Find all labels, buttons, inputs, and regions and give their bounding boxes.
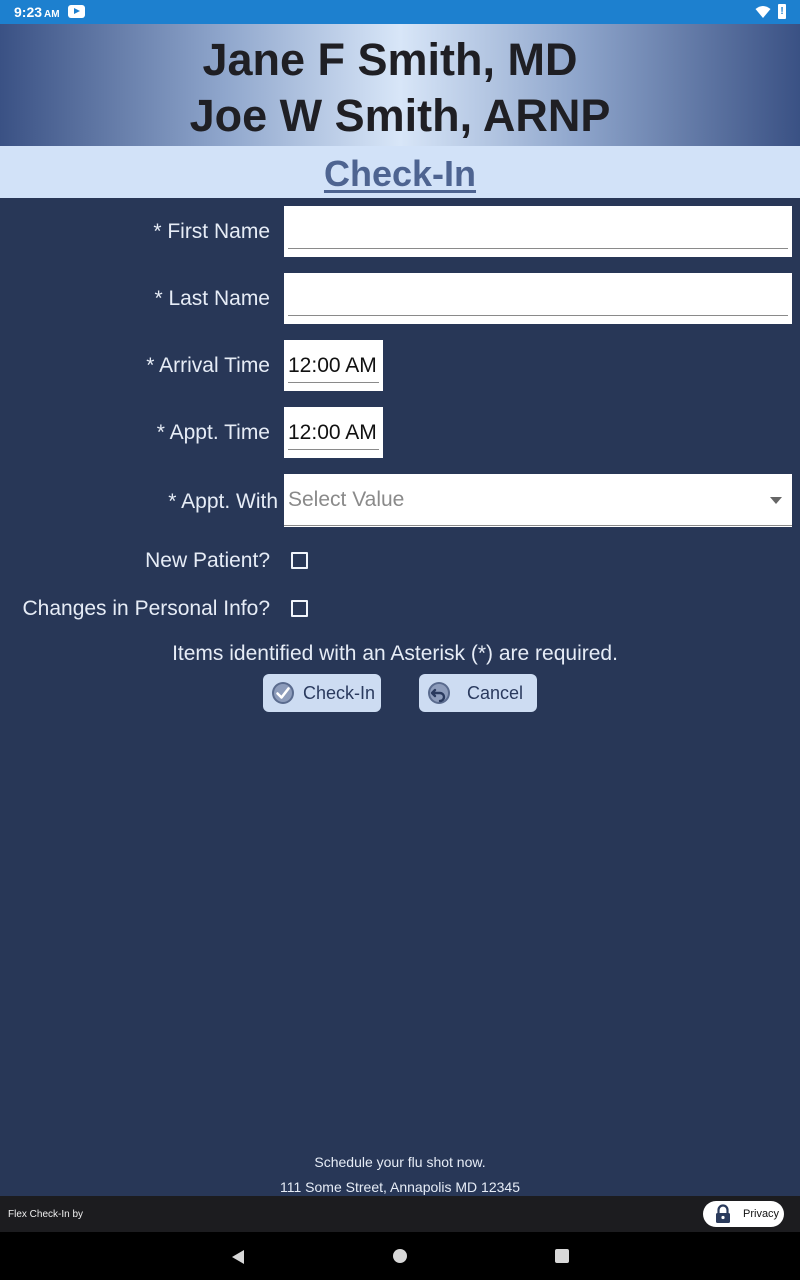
promo-text: Schedule your flu shot now. — [314, 1154, 486, 1170]
new-patient-checkbox[interactable] — [291, 552, 308, 569]
new-patient-label: New Patient? — [145, 549, 270, 572]
recents-icon[interactable] — [555, 1249, 569, 1263]
practice-header: Jane F Smith, MD Joe W Smith, ARNP — [0, 24, 800, 146]
status-time: 9:23 AM — [14, 4, 60, 20]
arrival-time-value: 12:00 AM — [288, 354, 377, 377]
status-ampm: AM — [44, 9, 60, 20]
checkmark-circle-icon — [272, 682, 294, 704]
provider-name-1: Jane F Smith, MD — [202, 34, 578, 85]
page-title: Check-In — [323, 153, 477, 194]
brand-text: Flex Check-In by — [8, 1209, 84, 1220]
first-name-input[interactable] — [288, 212, 788, 244]
address-text: 111 Some Street, Annapolis MD 12345 — [280, 1179, 520, 1195]
bottom-bar: Flex Check-In by Privacy — [0, 1196, 800, 1232]
arrival-time-picker[interactable]: 12:00 AM — [284, 340, 383, 391]
arrival-time-label: * Arrival Time — [146, 354, 270, 377]
check-in-button-label: Check-In — [303, 683, 376, 703]
privacy-button[interactable]: Privacy — [703, 1201, 784, 1227]
wifi-icon — [755, 6, 771, 18]
first-name-field[interactable] — [284, 206, 792, 257]
cancel-button[interactable]: Cancel — [419, 674, 537, 712]
chevron-down-icon — [770, 497, 782, 504]
appt-time-label: * Appt. Time — [156, 421, 270, 444]
last-name-field[interactable] — [284, 273, 792, 324]
nav-bar — [0, 1232, 800, 1280]
appt-with-placeholder: Select Value — [288, 488, 405, 511]
cancel-button-label: Cancel — [467, 683, 524, 703]
appt-time-picker[interactable]: 12:00 AM — [284, 407, 383, 458]
provider-name-2: Joe W Smith, ARNP — [189, 90, 611, 141]
back-icon[interactable] — [230, 1249, 246, 1265]
last-name-underline — [288, 315, 788, 316]
padlock-icon — [716, 1204, 730, 1223]
arrival-time-underline — [288, 382, 379, 383]
privacy-label: Privacy — [743, 1208, 780, 1220]
status-clock: 9:23 — [14, 4, 43, 20]
appt-with-underline — [284, 525, 792, 526]
check-in-button[interactable]: Check-In — [263, 674, 381, 712]
changes-info-label: Changes in Personal Info? — [22, 597, 271, 620]
status-bar: 9:23 AM — [0, 0, 800, 24]
changes-info-checkbox[interactable] — [291, 600, 308, 617]
last-name-input[interactable] — [288, 279, 788, 311]
youtube-icon — [68, 5, 85, 18]
appt-with-label: * Appt. With — [168, 490, 278, 513]
appt-with-select[interactable]: Select Value — [284, 474, 792, 527]
last-name-label: * Last Name — [154, 287, 270, 310]
home-icon[interactable] — [393, 1249, 407, 1263]
appt-time-underline — [288, 449, 379, 450]
title-bar: Check-In — [0, 146, 800, 198]
first-name-label: * First Name — [153, 220, 270, 243]
appt-time-value: 12:00 AM — [288, 421, 377, 444]
first-name-underline — [288, 248, 788, 249]
battery-alert-icon — [778, 4, 786, 19]
undo-arrow-icon — [428, 682, 450, 704]
required-note: Items identified with an Asterisk (*) ar… — [172, 642, 618, 665]
